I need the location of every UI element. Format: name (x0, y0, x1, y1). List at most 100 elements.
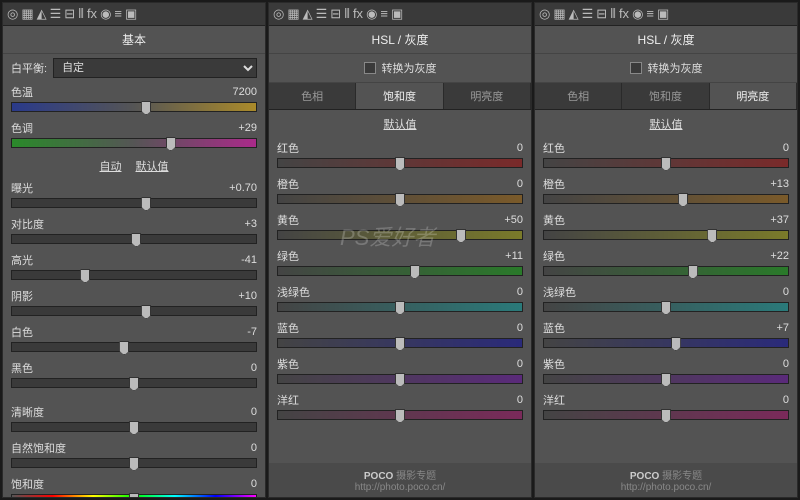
toolbar-icon[interactable]: ◭ (569, 6, 579, 22)
slider-thumb[interactable] (661, 409, 671, 423)
toolbar-icon[interactable]: fx (353, 6, 363, 22)
slider-value[interactable]: +29 (223, 122, 257, 134)
slider-value[interactable]: 0 (489, 394, 523, 406)
toolbar-icon[interactable]: ⊟ (596, 6, 607, 22)
toolbar-icon[interactable]: ▦ (553, 6, 565, 22)
slider-value[interactable]: 0 (755, 286, 789, 298)
slider-thumb[interactable] (129, 457, 139, 471)
tab-2[interactable]: 明亮度 (710, 83, 797, 109)
slider-track[interactable] (11, 234, 257, 244)
convert-grayscale-row[interactable]: 转换为灰度 (269, 54, 531, 83)
toolbar-icon[interactable]: ◉ (366, 6, 377, 22)
slider-thumb[interactable] (141, 305, 151, 319)
toolbar-icon[interactable]: fx (619, 6, 629, 22)
slider-track[interactable] (543, 230, 789, 240)
toolbar-icon[interactable]: ☰ (582, 6, 594, 22)
slider-track[interactable] (277, 374, 523, 384)
slider-track[interactable] (11, 306, 257, 316)
slider-value[interactable]: 0 (223, 406, 257, 418)
slider-value[interactable]: 0 (223, 362, 257, 374)
slider-value[interactable]: +13 (755, 178, 789, 190)
slider-value[interactable]: -41 (223, 254, 257, 266)
toolbar-icon[interactable]: ⊟ (330, 6, 341, 22)
slider-track[interactable] (11, 102, 257, 112)
slider-value[interactable]: +50 (489, 214, 523, 226)
slider-track[interactable] (543, 410, 789, 420)
slider-thumb[interactable] (671, 337, 681, 351)
slider-thumb[interactable] (129, 493, 139, 498)
default-link[interactable]: 默认值 (269, 110, 531, 138)
slider-track[interactable] (543, 338, 789, 348)
slider-track[interactable] (11, 138, 257, 148)
slider-thumb[interactable] (141, 197, 151, 211)
slider-track[interactable] (543, 374, 789, 384)
slider-thumb[interactable] (80, 269, 90, 283)
slider-thumb[interactable] (661, 301, 671, 315)
slider-value[interactable]: 0 (755, 358, 789, 370)
slider-thumb[interactable] (119, 341, 129, 355)
slider-thumb[interactable] (131, 233, 141, 247)
slider-thumb[interactable] (395, 193, 405, 207)
slider-track[interactable] (277, 266, 523, 276)
toolbar-icon[interactable]: ≡ (114, 6, 122, 22)
slider-value[interactable]: 0 (489, 286, 523, 298)
slider-track[interactable] (11, 378, 257, 388)
slider-value[interactable]: 0 (755, 394, 789, 406)
toolbar-icon[interactable]: ☰ (316, 6, 328, 22)
slider-thumb[interactable] (707, 229, 717, 243)
slider-track[interactable] (543, 266, 789, 276)
slider-thumb[interactable] (141, 101, 151, 115)
white-balance-select[interactable]: 自定 (53, 58, 257, 78)
slider-value[interactable]: +11 (489, 250, 523, 262)
slider-track[interactable] (11, 458, 257, 468)
slider-value[interactable]: 0 (755, 142, 789, 154)
slider-thumb[interactable] (166, 137, 176, 151)
toolbar-icon[interactable]: ◎ (539, 6, 550, 22)
toolbar-icon[interactable]: ◉ (632, 6, 643, 22)
slider-track[interactable] (543, 194, 789, 204)
slider-track[interactable] (11, 342, 257, 352)
toolbar-icon[interactable]: ◉ (100, 6, 111, 22)
slider-value[interactable]: 7200 (223, 86, 257, 98)
toolbar-icon[interactable]: ≡ (646, 6, 654, 22)
slider-track[interactable] (277, 158, 523, 168)
slider-track[interactable] (543, 158, 789, 168)
toolbar-icon[interactable]: ▦ (287, 6, 299, 22)
toolbar-icon[interactable]: ≡ (380, 6, 388, 22)
slider-thumb[interactable] (456, 229, 466, 243)
slider-value[interactable]: 0 (489, 178, 523, 190)
slider-thumb[interactable] (395, 157, 405, 171)
slider-thumb[interactable] (129, 377, 139, 391)
toolbar-icon[interactable]: ▦ (21, 6, 33, 22)
auto-button[interactable]: 自动 (100, 158, 122, 174)
slider-track[interactable] (277, 230, 523, 240)
slider-value[interactable]: +37 (755, 214, 789, 226)
slider-track[interactable] (11, 198, 257, 208)
slider-value[interactable]: 0 (223, 442, 257, 454)
slider-value[interactable]: 0 (223, 478, 257, 490)
slider-track[interactable] (277, 410, 523, 420)
toolbar-icon[interactable]: ▣ (657, 6, 669, 22)
toolbar-icon[interactable]: ⦀ (344, 6, 350, 22)
slider-track[interactable] (543, 302, 789, 312)
slider-track[interactable] (277, 194, 523, 204)
toolbar-icon[interactable]: fx (87, 6, 97, 22)
slider-value[interactable]: +0.70 (223, 182, 257, 194)
tab-1[interactable]: 饱和度 (622, 83, 709, 109)
slider-value[interactable]: 0 (489, 142, 523, 154)
slider-thumb[interactable] (395, 301, 405, 315)
toolbar-icon[interactable]: ◎ (7, 6, 18, 22)
slider-value[interactable]: 0 (489, 358, 523, 370)
tab-2[interactable]: 明亮度 (444, 83, 531, 109)
default-button[interactable]: 默认值 (136, 158, 169, 174)
slider-thumb[interactable] (661, 157, 671, 171)
toolbar-icon[interactable]: ⦀ (610, 6, 616, 22)
slider-track[interactable] (277, 302, 523, 312)
default-link[interactable]: 默认值 (535, 110, 797, 138)
slider-thumb[interactable] (129, 421, 139, 435)
slider-value[interactable]: +10 (223, 290, 257, 302)
toolbar-icon[interactable]: ☰ (50, 6, 62, 22)
checkbox-icon[interactable] (630, 62, 642, 74)
tab-1[interactable]: 饱和度 (356, 83, 443, 109)
tab-0[interactable]: 色相 (269, 83, 356, 109)
